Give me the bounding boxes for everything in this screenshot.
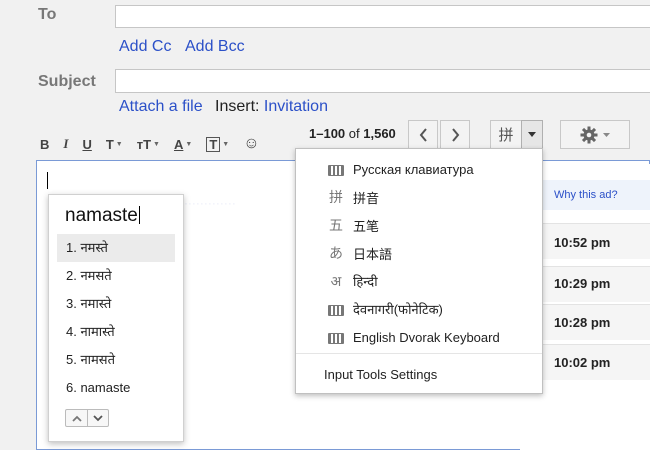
chevron-down-icon: ▼ xyxy=(222,140,230,148)
menu-divider xyxy=(296,353,542,354)
ime-caret xyxy=(138,206,140,224)
wubi-icon: 五 xyxy=(329,217,343,233)
add-bcc-link[interactable]: Add Bcc xyxy=(185,38,245,56)
chevron-up-icon xyxy=(71,415,82,422)
insert-invitation-link[interactable]: Invitation xyxy=(264,98,328,115)
suggestion-item[interactable]: 5. नामसते xyxy=(57,346,175,374)
input-tool-label: English Dvorak Keyboard xyxy=(353,329,500,345)
chevron-right-icon xyxy=(451,127,459,142)
input-tool-russian[interactable]: Русская клавиатура xyxy=(296,155,542,183)
subject-field[interactable] xyxy=(115,69,650,93)
chevron-left-icon xyxy=(419,127,427,142)
text-cursor xyxy=(47,172,48,189)
input-tool-dvorak[interactable]: English Dvorak Keyboard xyxy=(296,323,542,351)
input-tools-dropdown-button[interactable] xyxy=(521,120,543,149)
chevron-down-icon xyxy=(93,414,103,421)
input-tool-label: हिन्दी xyxy=(353,274,378,289)
why-this-ad-link[interactable]: Why this ad? xyxy=(554,189,618,201)
ime-typed-text: namaste xyxy=(65,205,138,226)
suggestion-item[interactable]: 1. नमस्ते xyxy=(57,234,175,262)
input-tool-label: Русская клавиатура xyxy=(353,161,474,177)
mail-time: 10:28 pm xyxy=(554,315,611,330)
keyboard-icon xyxy=(328,301,344,317)
font-label: T xyxy=(105,136,114,152)
chevron-down-icon: ▼ xyxy=(153,140,160,148)
suggestion-item[interactable]: 2. नमसते xyxy=(57,262,175,290)
underline-button[interactable]: U xyxy=(82,137,91,152)
text-color-label: A xyxy=(173,136,184,152)
mail-time: 10:29 pm xyxy=(554,276,611,291)
input-tool-devanagari-phonetic[interactable]: देवनागरी(फोनेटिक) xyxy=(296,295,542,323)
background-color-label: T xyxy=(206,136,221,152)
pager-count: 1–100 of 1,560 xyxy=(309,126,396,141)
caret-down-icon xyxy=(528,132,536,137)
to-field[interactable] xyxy=(115,5,650,28)
attach-file-link[interactable]: Attach a file xyxy=(119,98,203,116)
to-label: To xyxy=(38,6,57,23)
italic-button[interactable]: I xyxy=(63,136,68,152)
suggestion-item[interactable]: 6. namaste xyxy=(57,374,175,402)
mail-time: 10:02 pm xyxy=(554,355,611,370)
keyboard-icon xyxy=(328,161,344,177)
hiragana-icon: あ xyxy=(329,245,343,261)
devanagari-icon: अ xyxy=(330,272,342,289)
ime-input-text: namaste xyxy=(65,205,140,227)
settings-button[interactable] xyxy=(560,120,630,149)
suggestion-item[interactable]: 4. नामास्ते xyxy=(57,318,175,346)
font-size-label: тT xyxy=(136,136,152,152)
text-color-button[interactable]: A ▼ xyxy=(174,137,192,152)
input-tool-label: देवनागरी(फोनेटिक) xyxy=(353,302,443,317)
input-tool-label: 五笔 xyxy=(353,218,380,234)
chevron-down-icon: ▼ xyxy=(115,140,123,148)
input-tool-pinyin[interactable]: 拼 拼音 xyxy=(296,183,542,211)
insert-label: Insert: xyxy=(215,98,260,115)
add-cc-link[interactable]: Add Cc xyxy=(119,38,171,56)
input-tool-wubi[interactable]: 五 五笔 xyxy=(296,211,542,239)
previous-page-button[interactable] xyxy=(66,410,87,426)
suggestion-item[interactable]: 3. नमास्ते xyxy=(57,290,175,318)
input-tool-hindi[interactable]: अ हिन्दी xyxy=(296,267,542,295)
suggestion-pager xyxy=(65,409,109,427)
gear-icon xyxy=(580,126,598,143)
formatting-toolbar: B I U T ▼ тT ▼ A ▼ T ▼ ☺ xyxy=(40,134,274,154)
caret-down-icon xyxy=(603,132,610,137)
subject-label: Subject xyxy=(38,73,96,90)
insert-row: Insert: Invitation xyxy=(215,98,328,116)
pager-range: 1–100 xyxy=(309,126,346,141)
pager-of: of xyxy=(348,126,360,141)
input-tool-japanese[interactable]: あ 日本語 xyxy=(296,239,542,267)
mail-time: 10:52 pm xyxy=(554,235,611,250)
newer-button[interactable] xyxy=(408,120,438,149)
emoji-icon[interactable]: ☺ xyxy=(243,135,259,153)
keyboard-icon xyxy=(328,329,344,345)
bold-button[interactable]: B xyxy=(40,137,49,152)
chevron-down-icon: ▼ xyxy=(185,140,193,148)
font-button[interactable]: T ▼ xyxy=(106,137,123,152)
background-color-button[interactable]: T ▼ xyxy=(206,136,230,152)
next-page-button[interactable] xyxy=(87,410,108,426)
input-tool-label: 日本語 xyxy=(353,246,393,262)
input-tool-label: 拼音 xyxy=(353,190,380,206)
transliteration-popup: namaste 1. नमस्ते 2. नमसते 3. नमास्ते 4.… xyxy=(48,194,184,442)
pager-total: 1,560 xyxy=(363,126,396,141)
pinyin-icon: 拼 xyxy=(329,189,343,205)
input-tools-settings[interactable]: Input Tools Settings xyxy=(324,367,437,382)
suggestion-list: 1. नमस्ते 2. नमसते 3. नमास्ते 4. नामास्त… xyxy=(57,234,175,402)
font-size-button[interactable]: тT ▼ xyxy=(137,137,160,152)
input-tools-menu: Русская клавиатура 拼 拼音 五 五笔 あ 日本語 अ हिन… xyxy=(295,148,543,394)
older-button[interactable] xyxy=(440,120,470,149)
input-tools-button[interactable]: 拼 xyxy=(490,120,522,149)
